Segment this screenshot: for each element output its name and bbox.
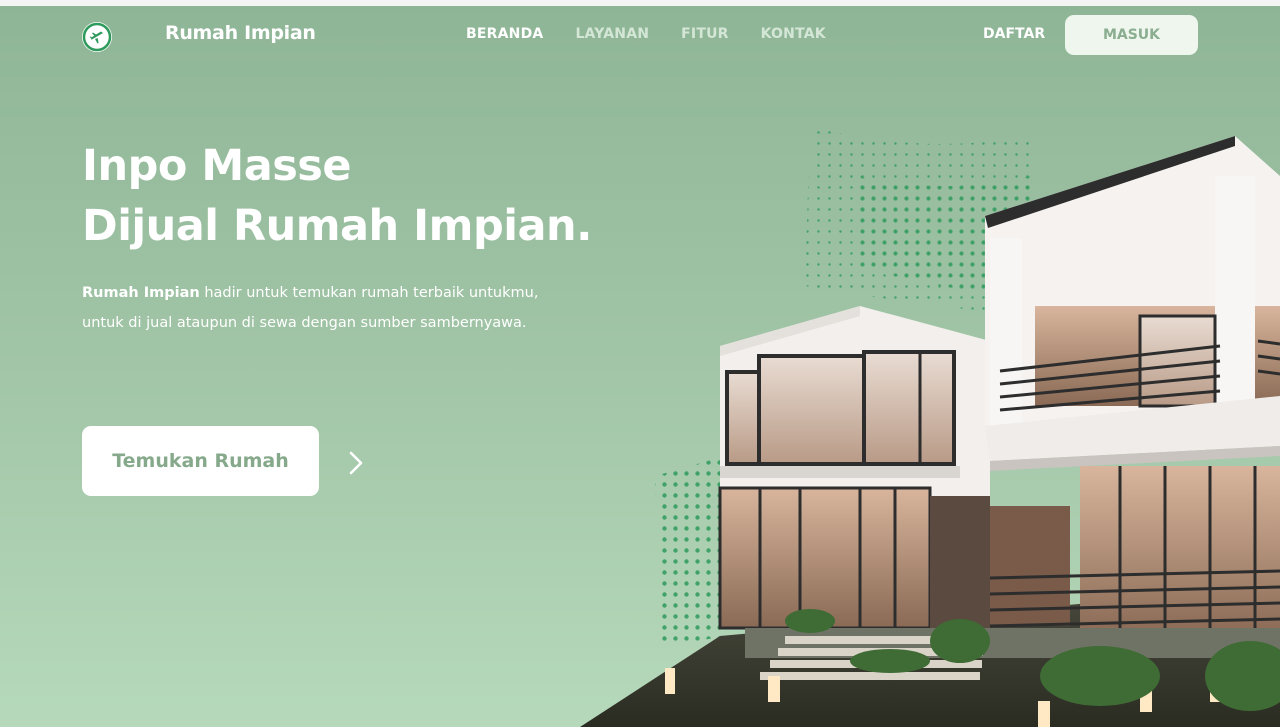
find-house-button[interactable]: Temukan Rumah: [82, 426, 319, 496]
nav-item-layanan[interactable]: LAYANAN: [575, 26, 649, 42]
house-photo: [580, 126, 1280, 727]
nav-item-beranda[interactable]: BERANDA: [466, 26, 543, 42]
nav-item-kontak[interactable]: KONTAK: [761, 26, 826, 42]
main-menu: BERANDA LAYANAN FITUR KONTAK: [466, 26, 858, 42]
hero-headline: Inpo Masse Dijual Rumah Impian.: [82, 136, 592, 256]
plane-icon[interactable]: [82, 22, 112, 52]
description-brand: Rumah Impian: [82, 285, 200, 301]
nav-item-fitur[interactable]: FITUR: [681, 26, 728, 42]
login-button[interactable]: MASUK: [1065, 15, 1198, 55]
hero-description: Rumah Impian hadir untuk temukan rumah t…: [82, 278, 552, 338]
navbar: Rumah Impian BERANDA LAYANAN FITUR KONTA…: [0, 6, 1280, 64]
brand-name[interactable]: Rumah Impian: [165, 22, 316, 44]
register-link[interactable]: DAFTAR: [983, 26, 1045, 42]
chevron-right-icon[interactable]: [346, 450, 366, 476]
hero-section: Rumah Impian BERANDA LAYANAN FITUR KONTA…: [0, 6, 1280, 727]
headline-line-1: Inpo Masse: [82, 141, 352, 191]
headline-line-2: Dijual Rumah Impian.: [82, 201, 592, 251]
